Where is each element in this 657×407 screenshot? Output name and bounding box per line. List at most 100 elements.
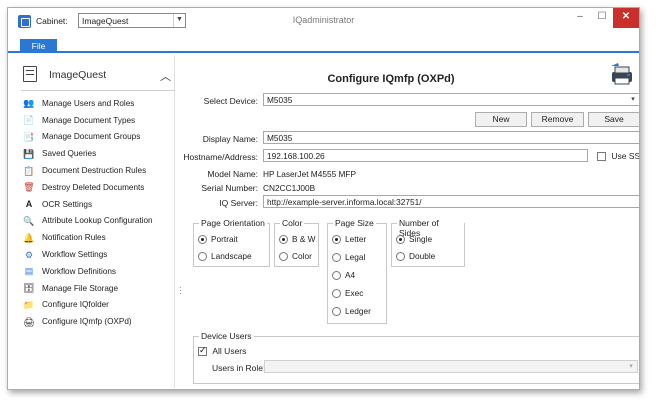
chevron-down-icon[interactable]: ▾ — [625, 361, 637, 372]
sidebar-title: ImageQuest — [49, 69, 107, 81]
chevron-up-icon[interactable]: ︿ — [160, 68, 171, 84]
sidebar-item-saved-queries[interactable]: 💾 Saved Queries — [23, 145, 173, 162]
page-orientation-group: Page Orientation Portrait Landscape — [193, 218, 270, 267]
use-ssl-checkbox[interactable]: Use SSL — [597, 151, 640, 162]
page-size-letter-option[interactable]: Letter — [332, 234, 366, 245]
sides-single-option[interactable]: Single — [396, 234, 432, 245]
cabinet-select[interactable]: ImageQuest ▼ — [78, 13, 186, 28]
all-users-check[interactable] — [198, 345, 207, 357]
minimize-button[interactable]: – — [569, 8, 591, 28]
page-title: Configure IQmfp (OXPd) — [327, 73, 455, 85]
ribbon: File — [8, 39, 639, 53]
chevron-down-icon[interactable]: ▾ — [627, 94, 639, 105]
hostname-field[interactable]: 192.168.100.26 — [263, 149, 588, 162]
color-bw-option[interactable]: B & W — [279, 234, 316, 245]
radio-single[interactable] — [396, 235, 405, 245]
display-name-label: Display Name: — [202, 134, 258, 144]
number-of-sides-group: Number of Sides Single Double — [391, 218, 465, 267]
main-panel: Configure IQmfp (OXPd) Select Device: M5… — [181, 55, 640, 389]
document-groups-icon: 📑 — [23, 131, 35, 142]
select-device-value: M5035 — [267, 95, 293, 105]
saved-queries-icon: 💾 — [23, 148, 35, 159]
color-color-option[interactable]: Color — [279, 251, 312, 262]
radio-ledger[interactable] — [332, 307, 341, 317]
save-button[interactable]: Save — [588, 112, 639, 127]
destroy-documents-icon: 🗑 — [23, 182, 35, 193]
remove-button[interactable]: Remove — [531, 112, 584, 127]
sidebar-item-file-storage[interactable]: 🗄 Manage File Storage — [23, 280, 173, 297]
hostname-label: Hostname/Address: — [183, 152, 258, 162]
iq-server-label: IQ Server: — [219, 198, 258, 208]
iqmfp-icon: 🖨 — [23, 316, 35, 327]
color-group: Color B & W Color — [274, 218, 319, 267]
radio-double[interactable] — [396, 252, 405, 262]
color-title: Color — [280, 218, 305, 228]
all-users-checkbox[interactable]: All Users — [198, 345, 247, 357]
all-users-label: All Users — [212, 346, 247, 356]
page-size-ledger-option[interactable]: Ledger — [332, 306, 371, 317]
sides-double-option[interactable]: Double — [396, 251, 435, 262]
model-name-label: Model Name: — [207, 169, 258, 179]
ocr-icon: A — [25, 199, 33, 210]
sidebar-item-workflow-settings[interactable]: ⚙ Workflow Settings — [23, 246, 173, 263]
notification-icon: 🔔 — [23, 232, 35, 243]
new-button[interactable]: New — [475, 112, 527, 127]
radio-color[interactable] — [279, 252, 288, 262]
sidebar-item-attribute-lookup[interactable]: 🔍 Attribute Lookup Configuration — [23, 213, 173, 230]
orientation-landscape-option[interactable]: Landscape — [198, 251, 252, 262]
model-name-value: HP LaserJet M4555 MFP — [263, 169, 356, 179]
sidebar-item-destroy-deleted[interactable]: 🗑 Destroy Deleted Documents — [23, 179, 173, 196]
radio-bw[interactable] — [279, 235, 288, 245]
cabinet-label: Cabinet: — [36, 16, 68, 26]
radio-portrait[interactable] — [198, 235, 207, 245]
sidebar-item-users-roles[interactable]: 👥 Manage Users and Roles — [23, 95, 173, 112]
select-device-dropdown[interactable]: M5035 ▾ — [263, 93, 639, 106]
users-in-role-dropdown[interactable]: ▾ — [264, 360, 638, 373]
radio-exec[interactable] — [332, 289, 341, 299]
app-window: Cabinet: ImageQuest ▼ IQadministrator – … — [7, 7, 640, 390]
sidebar-item-ocr-settings[interactable]: A OCR Settings — [23, 196, 173, 213]
lookup-icon: 🔍 — [23, 215, 35, 226]
page-size-group: Page Size Letter Legal A4 Exec Ledger — [327, 218, 387, 324]
app-logo-icon — [18, 15, 31, 28]
page-size-a4-option[interactable]: A4 — [332, 270, 355, 281]
sidebar-item-workflow-definitions[interactable]: ▤ Workflow Definitions — [23, 263, 173, 280]
sidebar-item-destruction-rules[interactable]: 📋 Document Destruction Rules — [23, 162, 173, 179]
file-tab[interactable]: File — [20, 39, 57, 53]
page-size-legal-option[interactable]: Legal — [332, 252, 365, 263]
sidebar-item-document-groups[interactable]: 📑 Manage Document Groups — [23, 129, 173, 146]
sidebar-item-iqmfp[interactable]: 🖨 Configure IQmfp (OXPd) — [23, 313, 173, 330]
radio-a4[interactable] — [332, 271, 341, 281]
document-type-icon: 📄 — [23, 115, 35, 126]
close-button[interactable]: ✕ — [613, 8, 639, 28]
sidebar-item-notification-rules[interactable]: 🔔 Notification Rules — [23, 229, 173, 246]
iq-server-field[interactable]: http://example-server.informa.local:3275… — [263, 195, 639, 208]
sidebar-item-iqfolder[interactable]: 📁 Configure IQfolder — [23, 297, 173, 314]
display-name-field[interactable]: M5035 — [263, 131, 639, 144]
page-orientation-title: Page Orientation — [199, 218, 267, 228]
cabinet-select-value: ImageQuest — [82, 16, 129, 26]
orientation-portrait-option[interactable]: Portrait — [198, 234, 238, 245]
radio-legal[interactable] — [332, 253, 341, 263]
sidebar-item-document-types[interactable]: 📄 Manage Document Types — [23, 112, 173, 129]
select-device-label: Select Device: — [203, 96, 258, 106]
sidebar-list: 👥 Manage Users and Roles 📄 Manage Document… — [23, 95, 173, 330]
destruction-rules-icon: 📋 — [23, 165, 35, 176]
page-size-title: Page Size — [333, 218, 376, 228]
radio-letter[interactable] — [332, 235, 341, 245]
title-bar: Cabinet: ImageQuest ▼ IQadministrator – … — [8, 8, 639, 34]
use-ssl-label: Use SSL — [611, 151, 640, 161]
serial-number-label: Serial Number: — [201, 183, 258, 193]
printer-icon — [611, 63, 632, 85]
cabinet-icon — [23, 66, 37, 82]
file-storage-icon: 🗄 — [23, 283, 35, 294]
serial-number-value: CN2CC1J00B — [263, 183, 316, 193]
device-users-title: Device Users — [199, 331, 254, 341]
maximize-button[interactable]: ☐ — [591, 8, 613, 28]
sidebar: ImageQuest ︿ 👥 Manage Users and Roles 📄 Ma… — [17, 55, 175, 388]
page-size-exec-option[interactable]: Exec — [332, 288, 363, 299]
use-ssl-check[interactable] — [597, 152, 606, 162]
radio-landscape[interactable] — [198, 252, 207, 262]
sidebar-header[interactable]: ImageQuest ︿ — [21, 59, 175, 91]
chevron-down-icon[interactable]: ▼ — [173, 14, 185, 27]
